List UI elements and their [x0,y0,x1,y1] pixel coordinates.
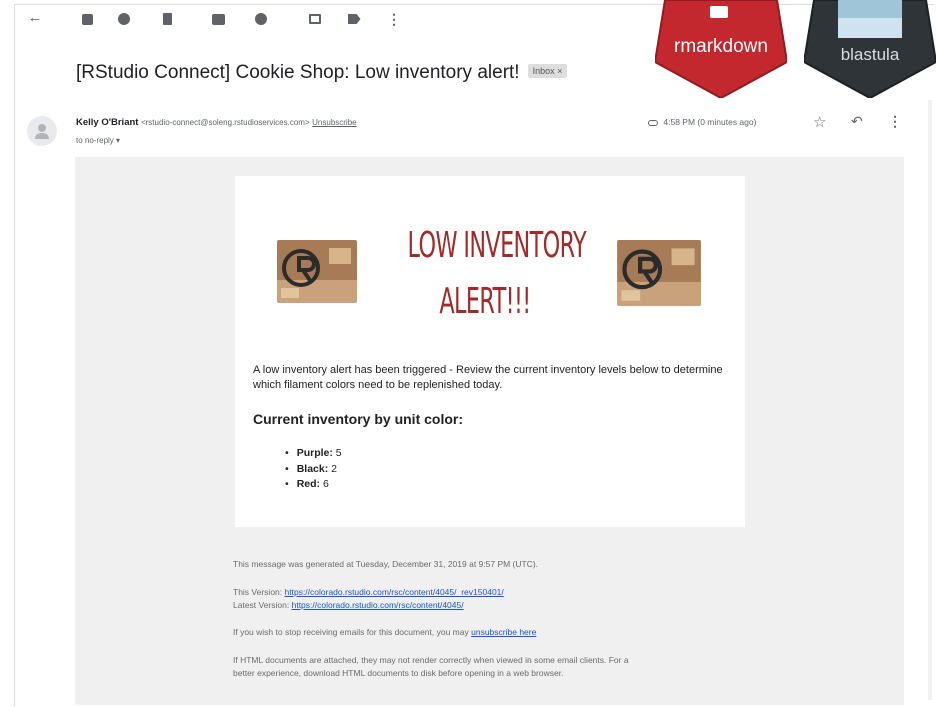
cookie-photo-left [277,240,357,303]
item-value: 5 [335,447,342,459]
rmarkdown-logo: rmarkdown [655,0,787,98]
alert-intro: A low inventory alert has been triggered… [253,364,723,391]
this-version-line: This Version: https://colorado.rstudio.c… [233,586,504,599]
list-item: Red: 6 [287,477,342,493]
item-label: Red: [296,478,321,490]
html-note-line1: If HTML documents are attached, they may… [233,655,629,665]
timestamp-text: 4:58 PM (0 minutes ago) [663,117,757,127]
more-vert-icon[interactable]: ⋮ [387,12,401,26]
inventory-heading: Current inventory by unit color: [253,411,464,427]
html-note-line2: better experience, download HTML documen… [233,668,564,678]
delete-icon[interactable] [160,12,174,26]
list-item: Black: 2 [287,462,342,478]
blastula-logo: blastula [804,0,936,98]
person-icon-body [35,133,49,139]
report-spam-icon[interactable] [117,12,131,26]
alert-title: LOW INVENTORY ALERT!!! [407,218,587,330]
cookie-photo-right [617,240,701,306]
item-value: 2 [331,462,337,475]
sender-line: Kelly O'Briant <rstudio-connect@soleng.r… [76,117,357,128]
rmarkdown-logo-text: rmarkdown [674,36,768,57]
item-label: Purple: [296,447,333,459]
snooze-icon[interactable] [254,12,268,26]
item-label: Black: [296,462,329,475]
subject-text: [RStudio Connect] Cookie Shop: Low inven… [76,62,520,83]
email-subject: [RStudio Connect] Cookie Shop: Low inven… [76,62,568,84]
latest-version-link[interactable]: https://colorado.rstudio.com/rsc/content… [292,600,464,610]
labels-icon[interactable] [347,12,361,26]
latest-version-line: Latest Version: https://colorado.rstudio… [233,599,464,612]
unsubscribe-here-link[interactable]: unsubscribe here [471,627,536,637]
avatar [27,116,57,146]
mark-unread-icon[interactable] [211,12,225,26]
unsubscribe-link[interactable]: Unsubscribe [312,118,356,127]
alert-title-line2: ALERT!!! [439,281,531,322]
scrollbar[interactable] [928,100,932,700]
stop-emails-line: If you wish to stop receiving emails for… [233,626,536,639]
this-version-link[interactable]: https://colorado.rstudio.com/rsc/content… [285,587,504,597]
generated-note: This message was generated at Tuesday, D… [233,559,539,569]
recipient-details-toggle[interactable]: to no-reply ▾ [76,136,120,145]
list-item: Purple: 5 [287,446,342,462]
back-arrow-icon[interactable]: ← [28,10,43,25]
sender-address: <rstudio-connect@soleng.rstudioservices.… [140,118,310,127]
sender-name[interactable]: Kelly O'Briant [76,117,138,128]
inbox-label-chip[interactable]: Inbox × [527,63,568,78]
email-timestamp: 4:58 PM (0 minutes ago) [648,117,756,127]
this-version-label: This Version: [233,587,283,597]
latest-version-label: Latest Version: [233,600,290,610]
inventory-list: Purple: 5 Black: 2 Red: 6 [287,446,342,493]
attachment-icon [648,119,658,126]
more-options-icon[interactable]: ⋮ [888,113,902,130]
star-icon[interactable]: ☆ [813,113,826,131]
stop-emails-text: If you wish to stop receiving emails for… [233,627,469,637]
reply-icon[interactable]: ↶ [851,113,863,130]
person-icon [38,124,46,132]
item-value: 6 [322,478,329,490]
blastula-logo-text: blastula [841,45,900,64]
alert-title-line1: LOW INVENTORY [407,225,587,266]
archive-icon[interactable] [80,12,94,26]
move-to-icon[interactable] [308,12,322,26]
